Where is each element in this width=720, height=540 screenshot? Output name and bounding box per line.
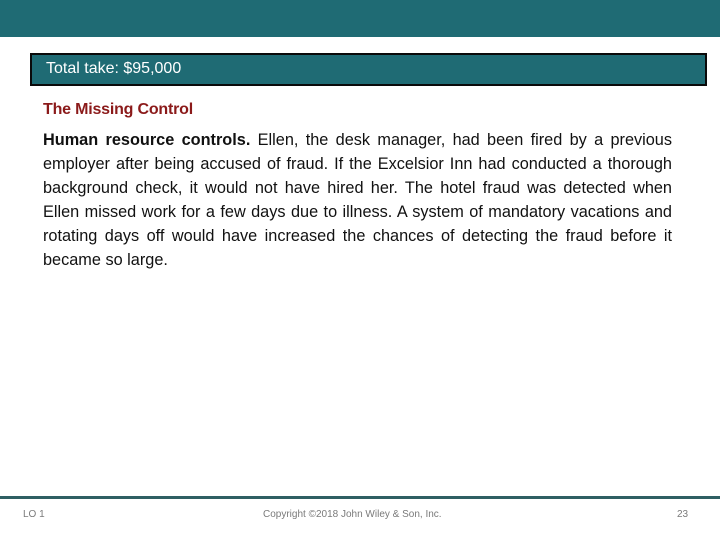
total-take-callout: Total take: $95,000 bbox=[30, 53, 707, 86]
lead-term: Human resource controls. bbox=[43, 131, 251, 149]
copyright-notice: Copyright ©2018 John Wiley & Son, Inc. bbox=[263, 509, 442, 520]
page-number: 23 bbox=[677, 509, 689, 520]
callout-text: Total take: $95,000 bbox=[46, 60, 182, 77]
body-paragraph: Human resource controls. Ellen, the desk… bbox=[43, 128, 672, 272]
section-heading: The Missing Control bbox=[43, 101, 193, 118]
footer-divider bbox=[0, 496, 720, 499]
learning-objective-label: LO 1 bbox=[23, 509, 45, 520]
header-band bbox=[0, 0, 720, 37]
paragraph-text: Ellen, the desk manager, had been fired … bbox=[43, 131, 673, 269]
